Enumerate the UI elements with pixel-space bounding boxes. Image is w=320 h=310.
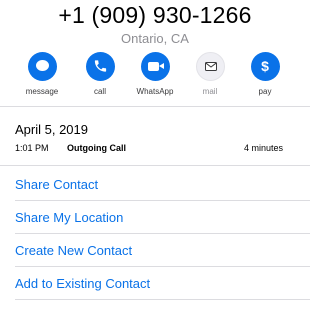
whatsapp-label: WhatsApp: [136, 87, 174, 96]
pay-label: pay: [258, 87, 272, 96]
divider: [15, 266, 310, 267]
create-contact-link[interactable]: Create New Contact: [15, 243, 132, 258]
mail-button[interactable]: mail: [180, 52, 240, 96]
message-icon: [27, 52, 57, 81]
dollar-icon: $: [250, 52, 280, 81]
divider: [0, 165, 310, 166]
message-button[interactable]: message: [12, 52, 72, 96]
location-label: Ontario, CA: [121, 31, 189, 46]
call-duration: 4 minutes: [243, 143, 283, 153]
divider: [15, 233, 310, 234]
share-location-link[interactable]: Share My Location: [15, 210, 123, 225]
whatsapp-button[interactable]: WhatsApp: [125, 52, 185, 96]
divider: [15, 200, 310, 201]
action-bar: message call WhatsApp mail $ pay: [0, 52, 310, 96]
call-label: call: [93, 87, 106, 96]
share-contact-link[interactable]: Share Contact: [15, 177, 98, 192]
call-type: Outgoing Call: [67, 143, 126, 153]
divider: [0, 106, 310, 107]
phone-number: +1 (909) 930-1266: [58, 2, 252, 28]
divider: [15, 299, 310, 300]
video-icon: [140, 52, 170, 81]
message-label: message: [25, 87, 59, 96]
mail-icon: [195, 52, 225, 81]
mail-label: mail: [202, 87, 218, 96]
phone-icon: [85, 52, 115, 81]
add-to-existing-contact-link[interactable]: Add to Existing Contact: [15, 276, 150, 291]
call-date: April 5, 2019: [15, 122, 88, 137]
call-time: 1:01 PM: [15, 143, 49, 153]
call-button[interactable]: call: [70, 52, 130, 96]
call-log-entry: 1:01 PM Outgoing Call 4 minutes: [15, 143, 283, 155]
pay-button[interactable]: $ pay: [235, 52, 295, 96]
